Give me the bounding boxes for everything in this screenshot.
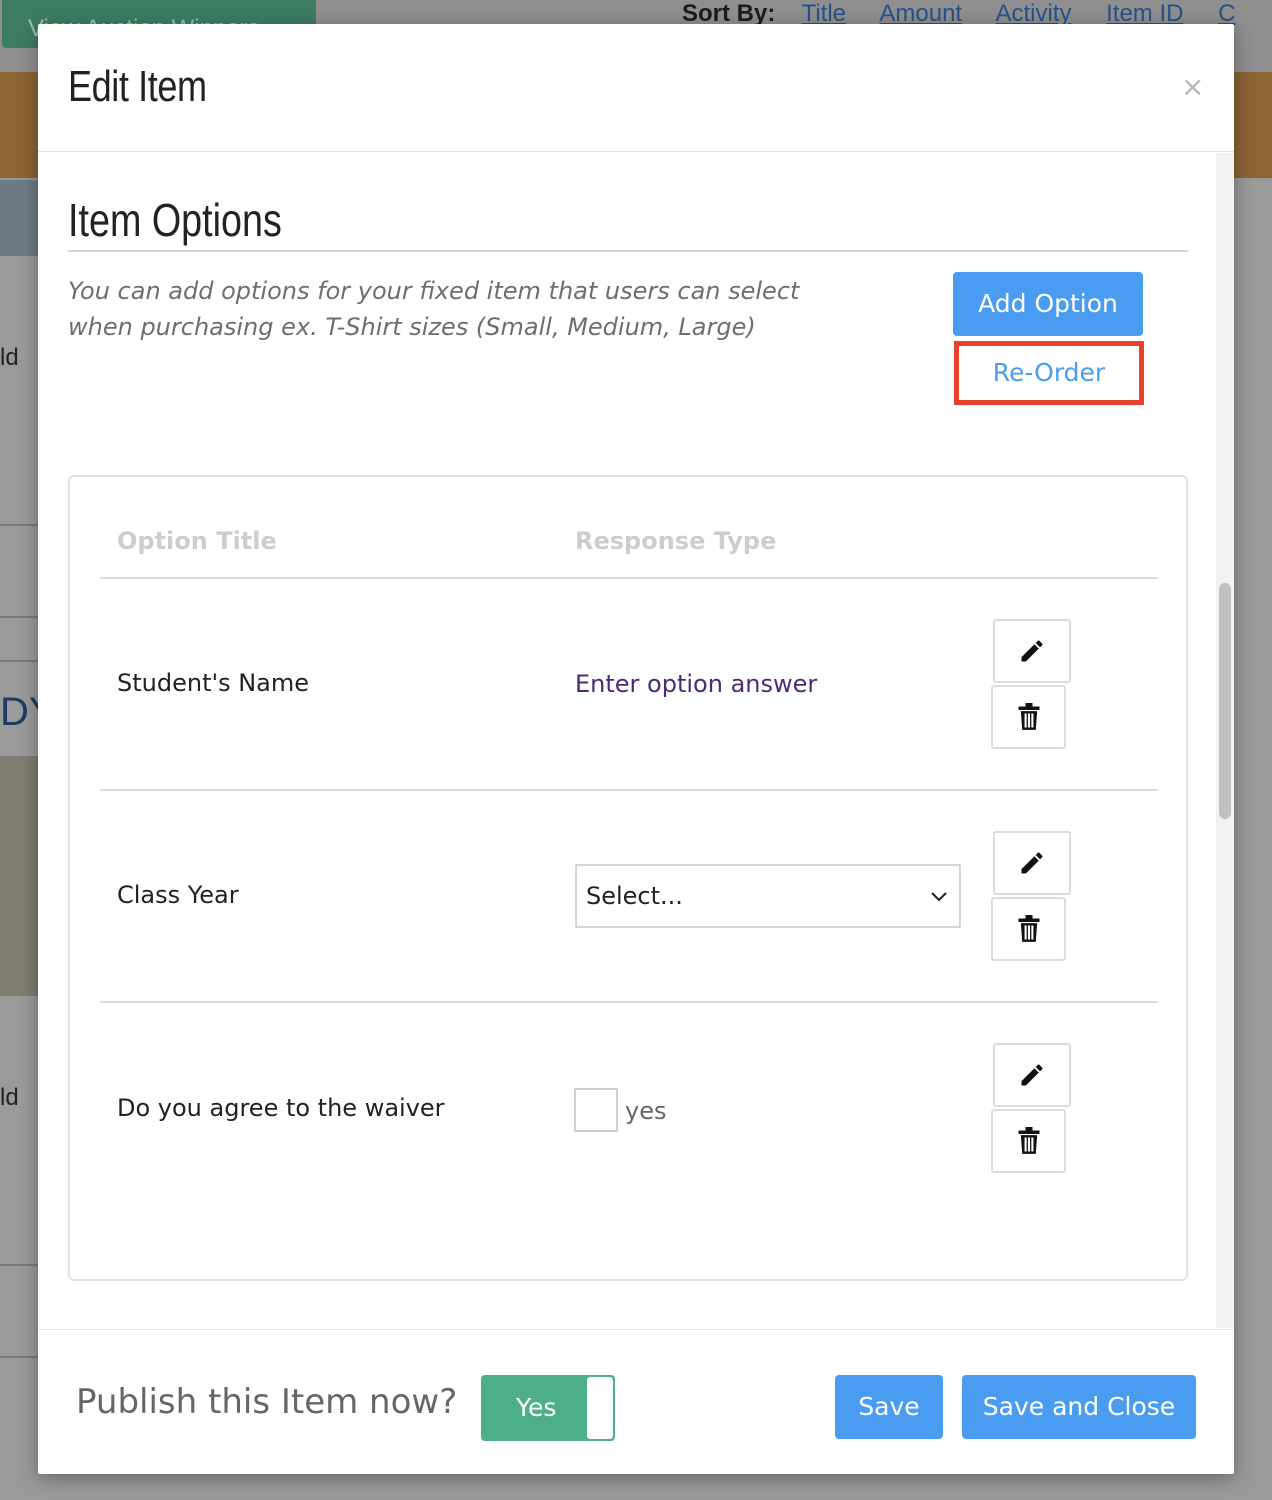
- background-text-fragment: ld: [0, 344, 19, 371]
- row-divider: [100, 1001, 1158, 1003]
- publish-label: Publish this Item now?: [76, 1382, 458, 1422]
- edit-item-modal: Edit Item × Item Options You can add opt…: [38, 24, 1234, 1474]
- pencil-icon: [1021, 1064, 1043, 1086]
- background-divider: [0, 1356, 38, 1358]
- publish-toggle-label: Yes: [516, 1393, 557, 1422]
- save-and-close-button[interactable]: Save and Close: [962, 1375, 1196, 1439]
- sort-link-item-id: Item ID: [1106, 0, 1184, 27]
- column-header-option-title: Option Title: [117, 527, 277, 555]
- option-title: Student's Name: [117, 669, 310, 697]
- delete-option-button[interactable]: [991, 1109, 1066, 1173]
- option-title: Do you agree to the waiver: [117, 1094, 445, 1122]
- background-thumbnail: [0, 180, 38, 256]
- select-value: Select...: [586, 882, 683, 910]
- option-answer-link[interactable]: Enter option answer: [575, 670, 817, 698]
- section-title: Item Options: [68, 194, 282, 246]
- background-divider: [0, 660, 38, 662]
- background-divider: [0, 1264, 38, 1266]
- delete-option-button[interactable]: [991, 897, 1066, 961]
- modal-header: Edit Item ×: [38, 24, 1234, 152]
- sort-link-more: C: [1218, 0, 1236, 27]
- reorder-button[interactable]: Re-Order: [954, 341, 1144, 405]
- column-header-response-type: Response Type: [575, 527, 777, 555]
- section-divider: [68, 250, 1188, 252]
- trash-icon: [1018, 915, 1039, 942]
- modal-body: Item Options You can add options for you…: [38, 153, 1234, 1328]
- background-divider: [0, 524, 38, 526]
- section-description: You can add options for your fixed item …: [68, 277, 800, 341]
- options-table: Option Title Response Type Student's Nam…: [68, 475, 1188, 1281]
- header-divider: [100, 577, 1158, 579]
- sort-link-activity: Activity: [995, 0, 1072, 27]
- background-text-fragment: ld: [0, 1084, 19, 1111]
- modal-footer: Publish this Item now? Yes Save Save and…: [38, 1329, 1234, 1474]
- trash-icon: [1018, 1127, 1039, 1154]
- row-divider: [100, 789, 1158, 791]
- background-thumbnail: [0, 756, 38, 996]
- close-icon[interactable]: ×: [1181, 70, 1204, 103]
- scrollbar-thumb[interactable]: [1219, 583, 1231, 819]
- class-year-select[interactable]: Select...: [575, 864, 961, 928]
- toggle-knob: [587, 1377, 613, 1439]
- edit-option-button[interactable]: [993, 619, 1071, 683]
- chevron-down-icon: [931, 892, 947, 902]
- trash-icon: [1018, 703, 1039, 730]
- checkbox-label: yes: [625, 1097, 667, 1125]
- add-option-button[interactable]: Add Option: [953, 272, 1143, 336]
- publish-toggle[interactable]: Yes: [481, 1375, 615, 1441]
- edit-option-button[interactable]: [993, 831, 1071, 895]
- pencil-icon: [1021, 640, 1043, 662]
- edit-option-button[interactable]: [993, 1043, 1071, 1107]
- background-divider: [0, 616, 38, 618]
- delete-option-button[interactable]: [991, 685, 1066, 749]
- modal-title: Edit Item: [68, 62, 207, 111]
- sort-by-label: Sort By:: [682, 0, 776, 27]
- option-title: Class Year: [117, 881, 239, 909]
- waiver-checkbox[interactable]: [574, 1088, 618, 1132]
- sort-link-amount: Amount: [879, 0, 963, 27]
- save-button[interactable]: Save: [835, 1375, 943, 1439]
- pencil-icon: [1021, 852, 1043, 874]
- sort-link-title: Title: [801, 0, 847, 27]
